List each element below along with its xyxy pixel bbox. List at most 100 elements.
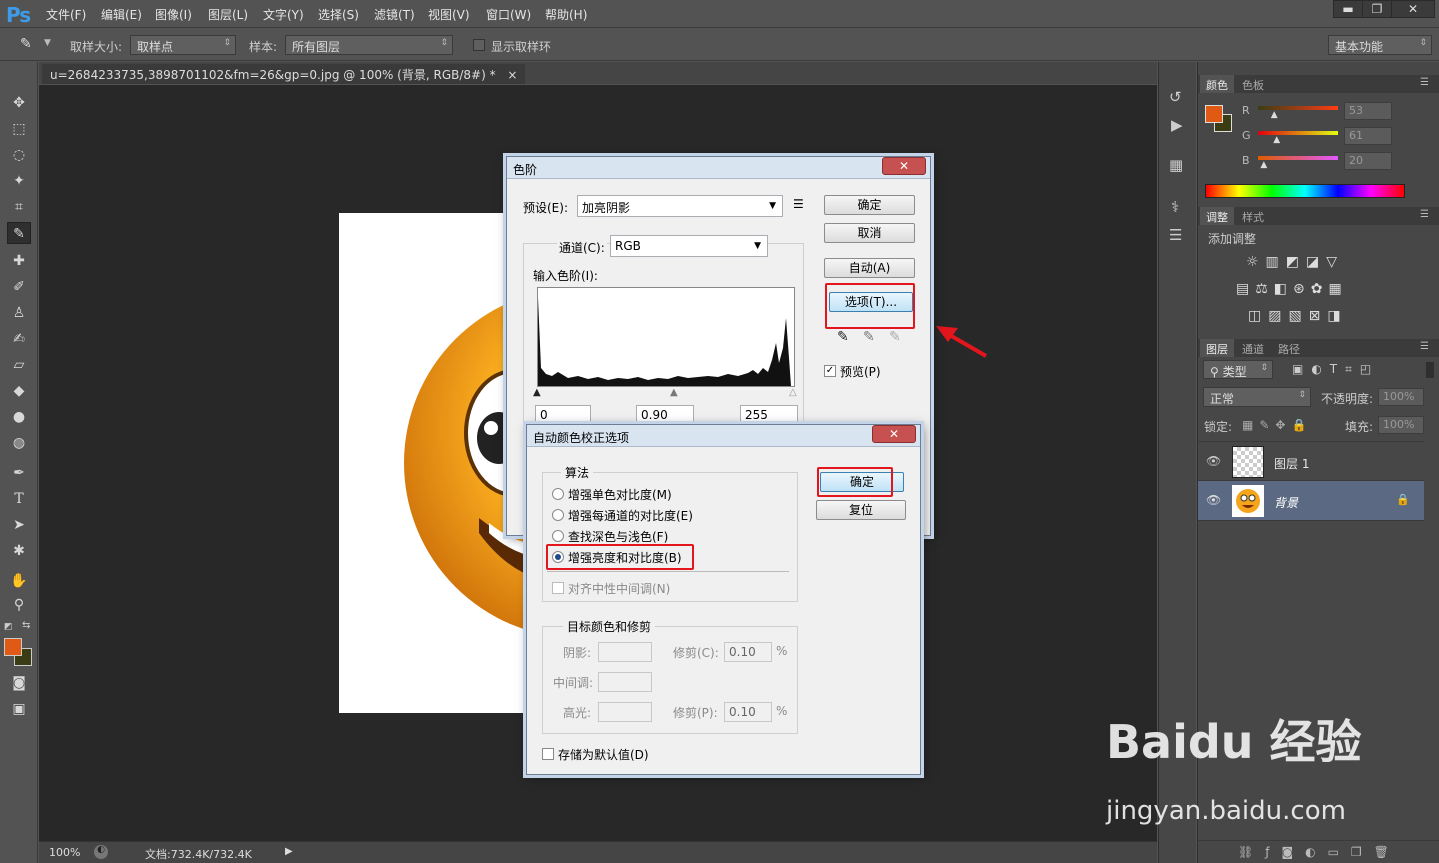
algorithm-radio[interactable] <box>552 530 564 542</box>
eyedropper-tool-icon[interactable]: ✎ <box>20 36 42 54</box>
menu-type[interactable]: 文字(Y) <box>263 6 304 23</box>
workspace-select[interactable]: 基本功能 ⇕ <box>1328 35 1432 55</box>
clip-highlights-value[interactable]: 0.10 <box>724 702 772 722</box>
opacity-value[interactable]: 100% <box>1378 388 1424 406</box>
menu-file[interactable]: 文件(F) <box>46 6 86 23</box>
red-slider-thumb[interactable]: ▲ <box>1271 110 1278 120</box>
channel-select[interactable]: RGB ▼ <box>610 235 768 257</box>
algorithm-radio[interactable] <box>552 509 564 521</box>
input-white-value[interactable]: 255 <box>740 405 798 425</box>
highlights-swatch[interactable] <box>598 702 652 722</box>
actions-play-icon[interactable]: ▶ <box>1171 116 1183 134</box>
gamma-slider[interactable]: ▲ <box>670 387 678 398</box>
layer-filter-icons[interactable]: ▣◐T⌗◰ <box>1292 362 1379 377</box>
input-black-value[interactable]: 0 <box>535 405 591 425</box>
fill-value[interactable]: 100% <box>1378 416 1424 434</box>
sample-size-select[interactable]: 取样点 ⇕ <box>130 35 236 55</box>
clip-shadows-value[interactable]: 0.10 <box>724 642 772 662</box>
menu-view[interactable]: 视图(V) <box>428 6 470 23</box>
layer-filter-select[interactable]: ⚲ 类型 ⇕ <box>1203 360 1273 379</box>
green-slider[interactable] <box>1258 131 1338 135</box>
save-default-checkbox[interactable] <box>542 748 554 760</box>
algorithm-option-label[interactable]: 增强单色对比度(M) <box>568 486 672 503</box>
zoom-tool-icon[interactable]: ⚲ <box>7 594 31 616</box>
tab-color[interactable]: 颜色 <box>1200 75 1234 93</box>
layer-row[interactable]: 👁 图层 1 <box>1198 441 1424 481</box>
tool-presets-icon[interactable]: ☰ <box>1169 226 1182 244</box>
adjustment-icons-row-1[interactable]: ☼▥◩◪▽ <box>1246 254 1344 270</box>
lock-icons[interactable]: ▦✎✥🔒 <box>1242 418 1312 432</box>
show-ring-checkbox[interactable] <box>473 39 485 51</box>
screen-mode-icon[interactable]: ▣ <box>7 698 31 720</box>
white-eyedropper-icon[interactable]: ✎ <box>889 329 901 345</box>
green-value[interactable]: 61 <box>1344 127 1392 145</box>
menu-layer[interactable]: 图层(L) <box>208 6 248 23</box>
menu-edit[interactable]: 编辑(E) <box>101 6 142 23</box>
lasso-tool-icon[interactable]: ◌ <box>7 144 31 166</box>
white-point-slider[interactable]: △ <box>789 387 797 398</box>
close-window-button[interactable]: ✕ <box>1391 0 1435 18</box>
panel-menu-icon[interactable]: ☰ <box>1420 77 1429 88</box>
marquee-tool-icon[interactable]: ⬚ <box>7 118 31 140</box>
menu-select[interactable]: 选择(S) <box>318 6 359 23</box>
visibility-eye-icon[interactable]: 👁 <box>1206 493 1221 507</box>
preset-select[interactable]: 加亮阴影 ▼ <box>577 195 783 217</box>
layer-row[interactable]: 👁 背景 🔒 <box>1198 481 1424 521</box>
quick-mask-icon[interactable]: ◙ <box>7 672 31 694</box>
filter-toggle-switch[interactable] <box>1426 362 1434 378</box>
levels-close-button[interactable]: ✕ <box>882 157 926 175</box>
eyedropper-tool-icon[interactable]: ✎ <box>7 222 31 244</box>
foreground-color-swatch[interactable] <box>4 638 22 656</box>
algorithm-option-label[interactable]: 增强每通道的对比度(E) <box>568 507 693 524</box>
algorithm-radio[interactable] <box>552 488 564 500</box>
auto-color-close-button[interactable]: ✕ <box>872 425 916 443</box>
dodge-tool-icon[interactable]: ◍ <box>7 432 31 454</box>
algorithm-option-label[interactable]: 查找深色与浅色(F) <box>568 528 668 545</box>
auto-color-reset-button[interactable]: 复位 <box>816 500 906 520</box>
shadows-swatch[interactable] <box>598 642 652 662</box>
brush-presets-icon[interactable]: ⚕ <box>1171 198 1179 216</box>
clone-stamp-tool-icon[interactable]: ♙ <box>7 302 31 324</box>
menu-image[interactable]: 图像(I) <box>155 6 192 23</box>
panel-menu-icon[interactable]: ☰ <box>1420 341 1429 352</box>
preview-checkbox[interactable]: ✓ <box>824 365 836 377</box>
menu-window[interactable]: 窗口(W) <box>486 6 531 23</box>
preset-options-icon[interactable]: ☰ <box>793 197 804 211</box>
healing-brush-tool-icon[interactable]: ✚ <box>7 250 31 272</box>
status-menu-arrow-icon[interactable]: ▶ <box>285 846 293 857</box>
blue-slider[interactable] <box>1258 156 1338 160</box>
tab-swatches[interactable]: 色板 <box>1236 75 1270 93</box>
layer-name[interactable]: 图层 1 <box>1274 455 1309 472</box>
tab-styles[interactable]: 样式 <box>1236 207 1270 225</box>
pen-tool-icon[interactable]: ✒ <box>7 462 31 484</box>
levels-ok-button[interactable]: 确定 <box>824 195 915 215</box>
tab-channels[interactable]: 通道 <box>1236 339 1270 357</box>
visibility-eye-icon[interactable]: 👁 <box>1206 454 1221 468</box>
menu-filter[interactable]: 滤镜(T) <box>374 6 415 23</box>
menu-help[interactable]: 帮助(H) <box>545 6 587 23</box>
default-colors-icon[interactable]: ◩ <box>4 622 13 632</box>
tab-paths[interactable]: 路径 <box>1272 339 1306 357</box>
shape-tool-icon[interactable]: ✱ <box>7 540 31 562</box>
tool-preset-chevron-icon[interactable]: ▼ <box>44 38 51 48</box>
green-slider-thumb[interactable]: ▲ <box>1273 135 1280 145</box>
history-icon[interactable]: ↺ <box>1169 88 1182 106</box>
color-spectrum-ramp[interactable] <box>1205 184 1405 198</box>
blue-value[interactable]: 20 <box>1344 152 1392 170</box>
history-brush-tool-icon[interactable]: ✍ <box>7 328 31 350</box>
info-icon[interactable]: ▦ <box>1169 156 1183 174</box>
blend-mode-select[interactable]: 正常 ⇕ <box>1203 387 1311 407</box>
snap-neutral-checkbox[interactable] <box>552 582 564 594</box>
crop-tool-icon[interactable]: ⌗ <box>7 196 31 218</box>
layer-name[interactable]: 背景 <box>1274 494 1298 511</box>
levels-cancel-button[interactable]: 取消 <box>824 223 915 243</box>
hand-tool-icon[interactable]: ✋ <box>7 570 31 592</box>
path-select-tool-icon[interactable]: ➤ <box>7 514 31 536</box>
adjustment-icons-row-3[interactable]: ◫▨▧⊠◨ <box>1248 308 1348 324</box>
close-tab-icon[interactable]: × <box>507 68 517 82</box>
tab-layers[interactable]: 图层 <box>1200 339 1234 357</box>
levels-auto-button[interactable]: 自动(A) <box>824 258 915 278</box>
blue-slider-thumb[interactable]: ▲ <box>1260 160 1267 170</box>
brush-tool-icon[interactable]: ✐ <box>7 276 31 298</box>
midtones-swatch[interactable] <box>598 672 652 692</box>
